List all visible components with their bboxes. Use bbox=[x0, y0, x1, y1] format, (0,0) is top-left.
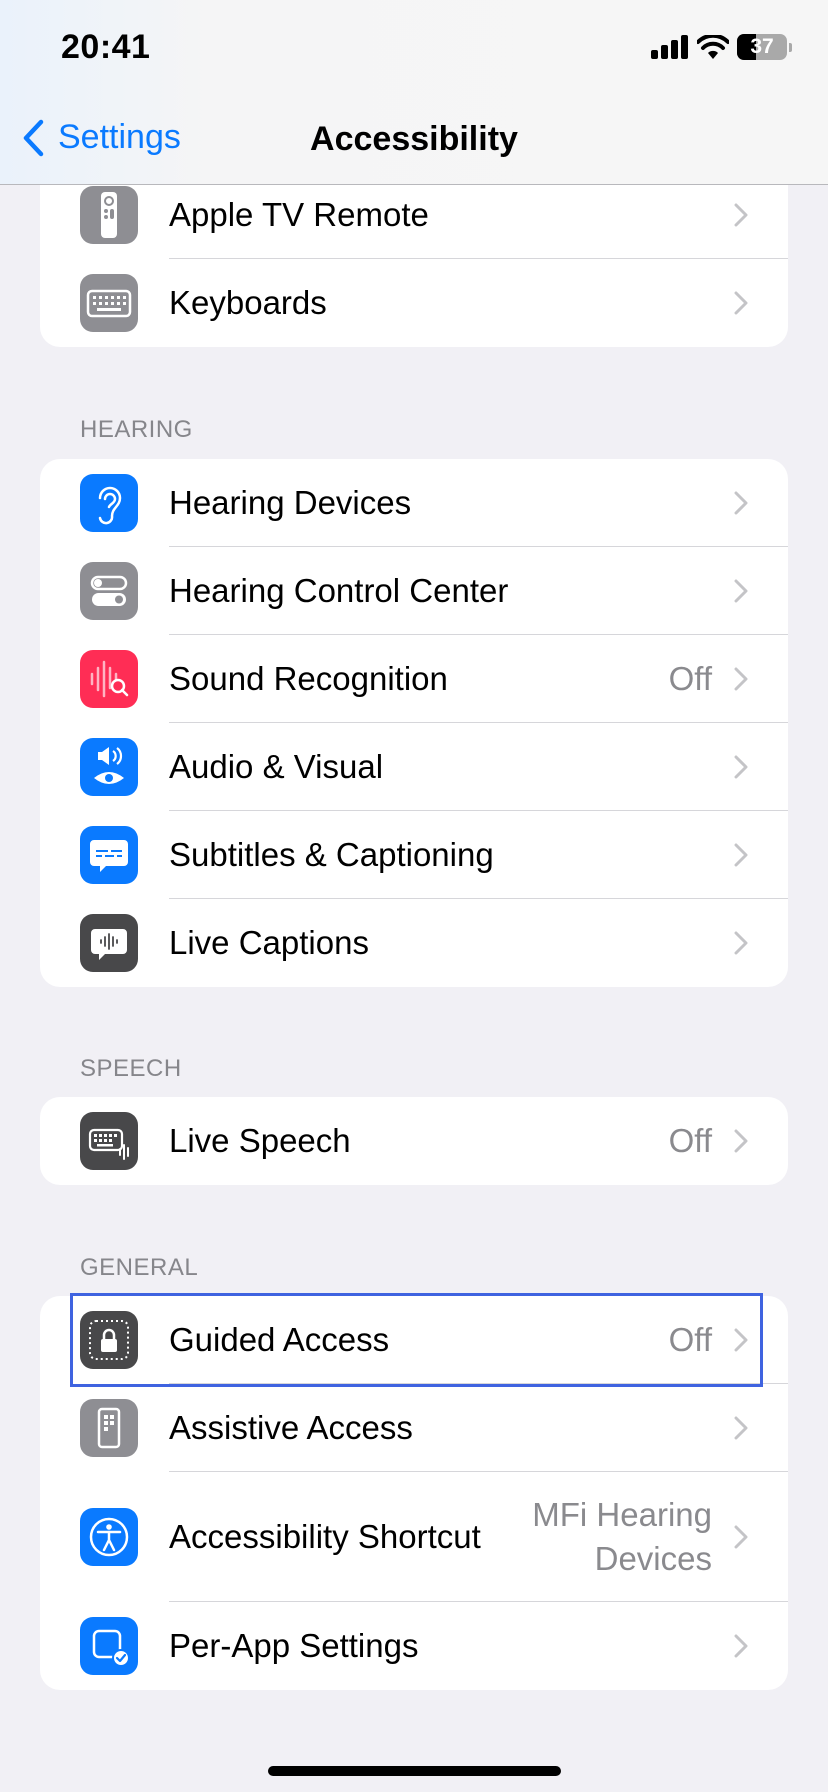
general-card: Guided Access Off Assistive Access Acces… bbox=[40, 1296, 788, 1690]
speaker-eye-icon bbox=[80, 738, 138, 796]
row-hearing-devices[interactable]: Hearing Devices bbox=[40, 459, 788, 547]
section-header-speech: SPEECH bbox=[80, 1055, 182, 1082]
chevron-right-icon bbox=[734, 491, 748, 515]
row-label: Accessibility Shortcut bbox=[169, 1518, 481, 1555]
chevron-right-icon bbox=[734, 1634, 748, 1658]
row-label: Subtitles & Captioning bbox=[169, 836, 494, 873]
row-per-app-settings[interactable]: Per-App Settings bbox=[40, 1602, 788, 1690]
accessibility-person-icon bbox=[80, 1508, 138, 1566]
status-icons: 37 bbox=[651, 34, 792, 60]
row-label: Keyboards bbox=[169, 284, 327, 321]
chevron-right-icon bbox=[734, 203, 748, 227]
battery-cap bbox=[789, 42, 792, 52]
row-value: MFi Hearing Devices bbox=[532, 1493, 712, 1581]
battery-level: 37 bbox=[750, 35, 774, 58]
section-header-general: GENERAL bbox=[80, 1254, 199, 1281]
wifi-icon bbox=[697, 35, 729, 59]
page-title: Accessibility bbox=[310, 120, 518, 158]
row-hearing-control-center[interactable]: Hearing Control Center bbox=[40, 547, 788, 635]
row-value: Off bbox=[668, 660, 712, 697]
chevron-right-icon bbox=[734, 667, 748, 691]
row-value: Off bbox=[668, 1122, 712, 1159]
row-keyboards[interactable]: Keyboards bbox=[40, 259, 788, 347]
row-label: Guided Access bbox=[169, 1321, 390, 1358]
lock-dotted-frame-icon bbox=[80, 1311, 138, 1369]
home-indicator[interactable] bbox=[268, 1766, 561, 1776]
chevron-right-icon bbox=[734, 1416, 748, 1440]
battery-icon: 37 bbox=[737, 34, 787, 60]
row-live-captions[interactable]: Live Captions bbox=[40, 899, 788, 987]
row-label: Sound Recognition bbox=[169, 660, 448, 697]
row-guided-access[interactable]: Guided Access Off bbox=[40, 1296, 788, 1384]
row-value-line1: MFi Hearing bbox=[532, 1496, 712, 1533]
navigation-header: 20:41 37 Settings Accessibility bbox=[0, 0, 828, 185]
chevron-right-icon bbox=[734, 291, 748, 315]
row-label: Per-App Settings bbox=[169, 1627, 419, 1664]
row-label: Assistive Access bbox=[169, 1409, 413, 1446]
hearing-card: Hearing Devices Hearing Control Center S… bbox=[40, 459, 788, 987]
chevron-right-icon bbox=[734, 1525, 748, 1549]
row-label: Hearing Control Center bbox=[169, 572, 509, 609]
keyboard-icon bbox=[80, 274, 138, 332]
subtitles-bubble-icon bbox=[80, 826, 138, 884]
row-subtitles-captioning[interactable]: Subtitles & Captioning bbox=[40, 811, 788, 899]
live-captions-icon bbox=[80, 914, 138, 972]
row-accessibility-shortcut[interactable]: Accessibility Shortcut MFi Hearing Devic… bbox=[40, 1472, 788, 1602]
chevron-right-icon bbox=[734, 931, 748, 955]
row-label: Apple TV Remote bbox=[169, 196, 429, 233]
apple-tv-remote-icon bbox=[80, 186, 138, 244]
chevron-right-icon bbox=[734, 1129, 748, 1153]
app-checkmark-icon bbox=[80, 1617, 138, 1675]
row-assistive-access[interactable]: Assistive Access bbox=[40, 1384, 788, 1472]
row-label: Audio & Visual bbox=[169, 748, 384, 785]
row-label: Live Speech bbox=[169, 1122, 351, 1159]
keyboard-waveform-icon bbox=[80, 1112, 138, 1170]
section-header-hearing: HEARING bbox=[80, 416, 193, 443]
chevron-right-icon bbox=[734, 579, 748, 603]
cellular-signal-icon bbox=[651, 35, 688, 59]
chevron-right-icon bbox=[734, 843, 748, 867]
row-label: Hearing Devices bbox=[169, 484, 412, 521]
status-time: 20:41 bbox=[61, 28, 151, 66]
row-live-speech[interactable]: Live Speech Off bbox=[40, 1097, 788, 1185]
row-value-line2: Devices bbox=[594, 1540, 712, 1577]
toggles-icon bbox=[80, 562, 138, 620]
chevron-right-icon bbox=[734, 755, 748, 779]
ear-icon bbox=[80, 474, 138, 532]
row-label: Live Captions bbox=[169, 924, 369, 961]
chevron-right-icon bbox=[734, 1328, 748, 1352]
speech-card: Live Speech Off bbox=[40, 1097, 788, 1185]
row-value: Off bbox=[668, 1321, 712, 1358]
sound-recognition-icon bbox=[80, 650, 138, 708]
row-sound-recognition[interactable]: Sound Recognition Off bbox=[40, 635, 788, 723]
row-audio-visual[interactable]: Audio & Visual bbox=[40, 723, 788, 811]
assistive-access-icon bbox=[80, 1399, 138, 1457]
